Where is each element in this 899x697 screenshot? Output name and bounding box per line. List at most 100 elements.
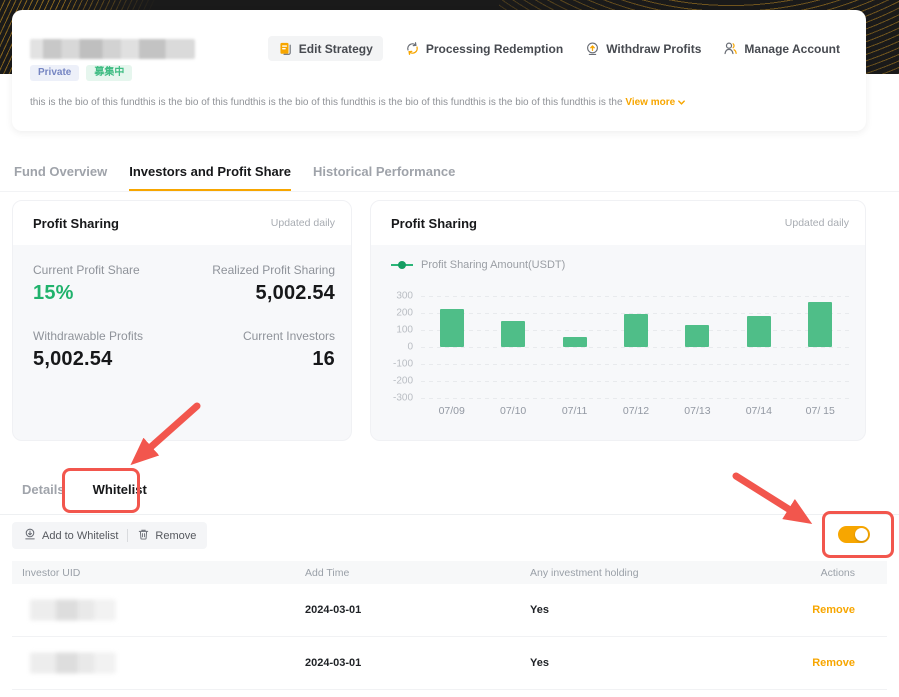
x-tick-label: 07/14 bbox=[745, 405, 772, 417]
add-to-whitelist-button[interactable]: Add to Whitelist bbox=[23, 527, 118, 544]
stat-label: Withdrawable Profits bbox=[33, 329, 144, 343]
panel-title: Profit Sharing bbox=[33, 215, 119, 231]
bar-07-09[interactable] bbox=[439, 308, 464, 347]
remove-link[interactable]: Remove bbox=[812, 604, 855, 616]
edit-strategy-button[interactable]: Edit Strategy bbox=[267, 36, 383, 61]
action-label: Edit Strategy bbox=[298, 41, 373, 56]
x-tick-label: 07/10 bbox=[500, 405, 527, 417]
bio-text: this is the bio of this fundthis is the … bbox=[30, 97, 626, 108]
add-time-cell: 2024-03-01 bbox=[305, 657, 362, 669]
column-header-add-time: Add Time bbox=[305, 566, 350, 579]
chevron-down-icon bbox=[678, 100, 686, 105]
main-tab-bar: Fund Overview Investors and Profit Share H… bbox=[14, 164, 455, 192]
panel-header: Profit Sharing Updated daily bbox=[371, 201, 865, 245]
bar-07-13[interactable] bbox=[685, 324, 710, 347]
stats-grid: Current Profit Share 15% Realized Profit S… bbox=[13, 245, 351, 371]
bar-07-14[interactable] bbox=[746, 316, 771, 347]
withdraw-profits-button[interactable]: Withdraw Profits bbox=[585, 41, 701, 56]
tab-investors-and-profit-share[interactable]: Investors and Profit Share bbox=[129, 164, 292, 192]
tab-details[interactable]: Details bbox=[22, 482, 65, 497]
x-tick-label: 07/09 bbox=[438, 405, 465, 417]
gridline bbox=[421, 364, 851, 365]
stat-value: 15% bbox=[33, 282, 74, 304]
fund-management-page: Private 募集中 this is the bio of this fundt… bbox=[0, 0, 899, 697]
processing-redemption-icon bbox=[405, 41, 420, 56]
whitelist-toggle-on[interactable] bbox=[838, 526, 870, 543]
panel-title: Profit Sharing bbox=[391, 215, 477, 231]
stat-value: 5,002.54 bbox=[33, 348, 113, 370]
add-whitelist-icon bbox=[23, 527, 37, 544]
bar-07-11[interactable] bbox=[562, 336, 587, 347]
trash-icon bbox=[137, 528, 150, 544]
y-tick-label: 0 bbox=[407, 341, 413, 353]
x-tick-label: 07/13 bbox=[684, 405, 711, 417]
add-time-cell: 2024-03-01 bbox=[305, 604, 362, 616]
gridline bbox=[421, 347, 851, 348]
stat-label: Current Investors bbox=[242, 329, 335, 343]
action-label: Manage Account bbox=[744, 41, 840, 56]
bar-07-15[interactable] bbox=[808, 301, 833, 347]
section-divider bbox=[0, 514, 899, 515]
remove-link[interactable]: Remove bbox=[812, 657, 855, 669]
bar-07-10[interactable] bbox=[501, 320, 526, 347]
x-tick-label: 07/11 bbox=[561, 405, 588, 417]
withdraw-profits-icon bbox=[585, 41, 600, 56]
investor-uid-redacted bbox=[30, 599, 116, 621]
stat-value: 16 bbox=[312, 348, 335, 370]
toggle-knob bbox=[855, 528, 868, 541]
table-row: 2024-03-01 Yes Remove bbox=[12, 584, 887, 637]
stat-withdrawable-profits: Withdrawable Profits 5,002.54 bbox=[33, 329, 184, 371]
stat-label: Realized Profit Sharing bbox=[212, 263, 335, 277]
annotation-arrow-toggle bbox=[732, 472, 813, 524]
stat-value: 5,002.54 bbox=[255, 282, 335, 304]
stat-realized-profit-sharing: Realized Profit Sharing 5,002.54 bbox=[184, 263, 335, 305]
header-actions: Edit Strategy Processing Redemption Withdr… bbox=[267, 36, 840, 61]
gridline bbox=[421, 398, 851, 399]
y-tick-label: -200 bbox=[392, 375, 413, 387]
updated-daily-label: Updated daily bbox=[784, 217, 849, 229]
updated-daily-label: Updated daily bbox=[270, 217, 335, 229]
y-tick-label: -100 bbox=[392, 358, 413, 370]
remove-button[interactable]: Remove bbox=[137, 528, 196, 544]
profit-sharing-stats-panel: Profit Sharing Updated daily Current Pro… bbox=[12, 200, 352, 441]
table-row: 2024-03-01 Yes Remove bbox=[12, 637, 887, 690]
gridline bbox=[421, 381, 851, 382]
tab-fund-overview[interactable]: Fund Overview bbox=[14, 164, 107, 192]
legend-label: Profit Sharing Amount(USDT) bbox=[421, 259, 566, 271]
processing-redemption-button[interactable]: Processing Redemption bbox=[405, 41, 563, 56]
legend-marker-icon bbox=[391, 261, 413, 269]
whitelist-table-header: Investor UID Add Time Any investment holdi… bbox=[12, 561, 887, 584]
stat-label: Current Profit Share bbox=[33, 263, 140, 277]
column-header-actions: Actions bbox=[820, 566, 855, 579]
y-tick-label: 100 bbox=[396, 324, 413, 336]
holding-cell: Yes bbox=[530, 604, 549, 616]
fund-name-redacted bbox=[30, 39, 195, 59]
gridline bbox=[421, 296, 851, 297]
y-tick-label: 300 bbox=[396, 290, 413, 302]
edit-strategy-icon bbox=[278, 41, 293, 56]
status-badge: Private bbox=[30, 65, 80, 81]
tab-historical-performance[interactable]: Historical Performance bbox=[313, 164, 455, 192]
stat-current-profit-share: Current Profit Share 15% bbox=[33, 263, 184, 305]
view-more-link[interactable]: View more bbox=[625, 97, 686, 108]
tab-whitelist[interactable]: Whitelist bbox=[93, 482, 147, 497]
x-tick-label: 07/12 bbox=[622, 405, 650, 417]
fund-bio: this is the bio of this fundthis is the … bbox=[30, 97, 850, 108]
action-label: Withdraw Profits bbox=[606, 41, 702, 56]
status-badge: 募集中 bbox=[86, 65, 133, 81]
y-tick-label: -300 bbox=[392, 392, 413, 404]
panel-header: Profit Sharing Updated daily bbox=[13, 201, 351, 245]
chart-legend: Profit Sharing Amount(USDT) bbox=[391, 259, 565, 271]
profit-sharing-chart-panel: Profit Sharing Updated daily Profit Shar… bbox=[370, 200, 866, 441]
fund-header-card: Private 募集中 this is the bio of this fundt… bbox=[12, 10, 866, 131]
bar-chart: 300 200 100 0 -100 -200 -300 07/09 07/10 07/11 07/… bbox=[371, 281, 865, 431]
stat-current-investors: Current Investors 16 bbox=[184, 329, 335, 371]
holding-cell: Yes bbox=[530, 657, 549, 669]
manage-account-button[interactable]: Manage Account bbox=[723, 41, 840, 56]
badge-row: Private 募集中 bbox=[30, 65, 133, 81]
bar-07-12[interactable] bbox=[624, 313, 648, 347]
action-label: Processing Redemption bbox=[425, 41, 564, 56]
column-header-investor-uid: Investor UID bbox=[22, 566, 81, 579]
manage-account-icon bbox=[723, 41, 738, 56]
column-header-any-investment-holding: Any investment holding bbox=[530, 566, 639, 579]
